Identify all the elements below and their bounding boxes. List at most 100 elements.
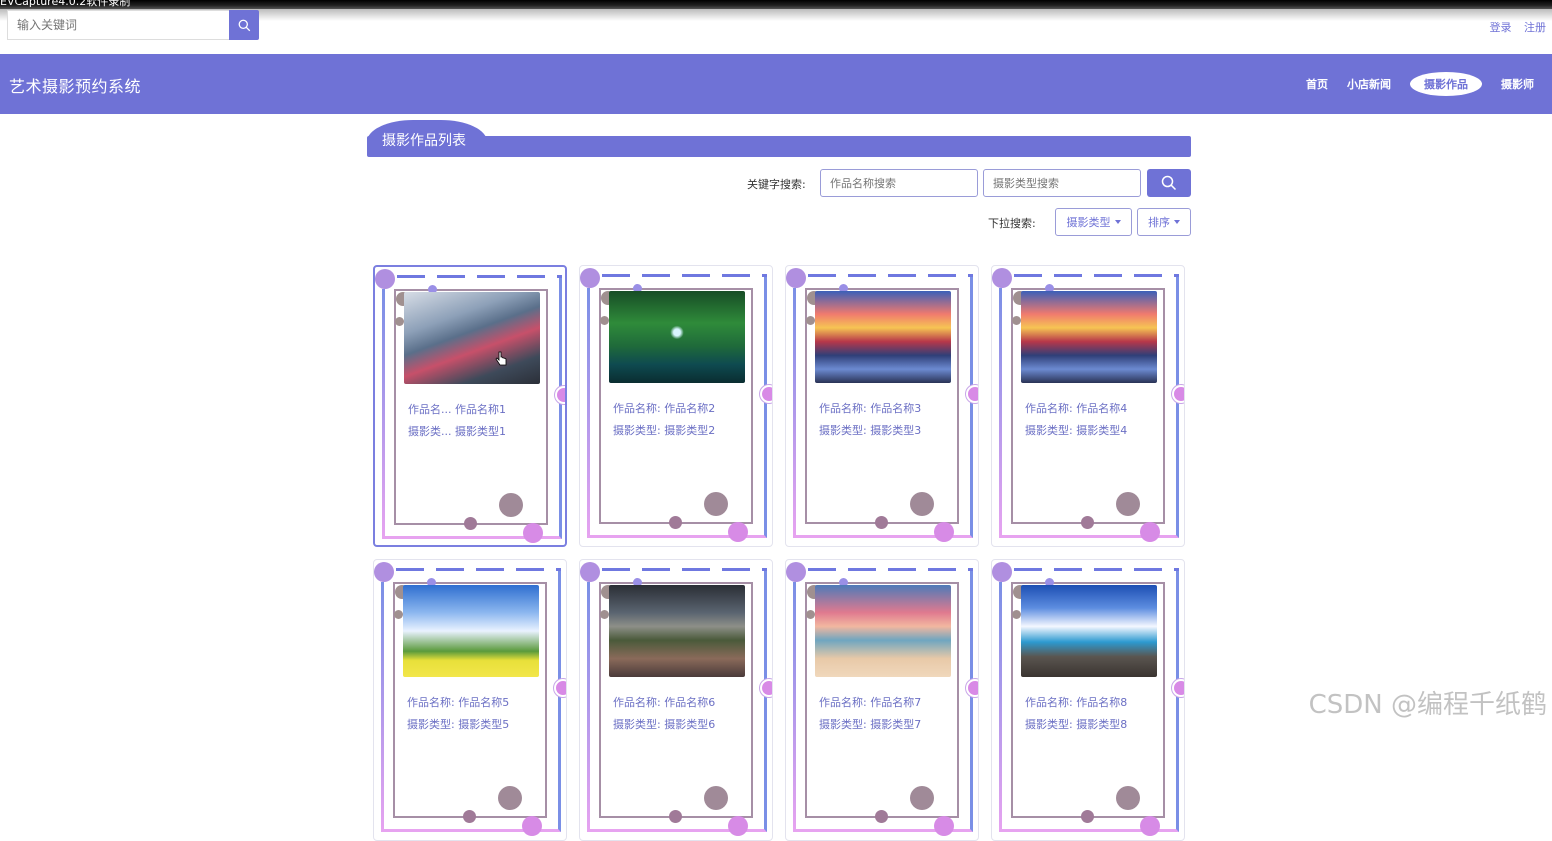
work-card[interactable]: 作品名称: 作品名称3 摄影类型: 摄影类型3: [785, 265, 979, 547]
work-photo[interactable]: [815, 291, 951, 383]
work-type-row: 摄影类型: 摄影类型6: [613, 714, 743, 736]
caret-down-icon: [1114, 220, 1121, 224]
work-photo[interactable]: [404, 292, 540, 384]
decor-dot: [555, 386, 565, 404]
nav-works[interactable]: 摄影作品: [1410, 72, 1482, 96]
decor-dot: [522, 816, 542, 836]
work-photo[interactable]: [1021, 291, 1157, 383]
decor-dot: [499, 493, 523, 517]
work-name-label: 作品名称:: [1025, 696, 1073, 709]
decor-dot: [704, 492, 728, 516]
card-top-dashes: [1014, 568, 1179, 571]
work-info: 作品名称: 作品名称3 摄影类型: 摄影类型3: [819, 398, 949, 442]
search-button[interactable]: [1147, 169, 1191, 197]
decor-dot: [760, 385, 772, 403]
work-card[interactable]: 作品名称: 作品名称5 摄影类型: 摄影类型5: [373, 559, 567, 841]
sort-dropdown[interactable]: 排序: [1137, 208, 1191, 236]
decor-dot: [806, 316, 815, 325]
decor-dot: [1081, 810, 1094, 823]
login-link[interactable]: 登录: [1490, 21, 1512, 34]
work-name-search-input[interactable]: [820, 169, 978, 197]
work-card[interactable]: 作品名称: 作品名称7 摄影类型: 摄影类型7: [785, 559, 979, 841]
work-card[interactable]: 作品名称: 作品名称2 摄影类型: 摄影类型2: [579, 265, 773, 547]
work-type-label: 摄影类型:: [1025, 718, 1073, 731]
decor-dot: [875, 810, 888, 823]
work-type-row: 摄影类... 摄影类型1: [408, 421, 538, 443]
photo-type-dropdown-label: 摄影类型: [1066, 216, 1111, 229]
work-card[interactable]: 作品名称: 作品名称6 摄影类型: 摄影类型6: [579, 559, 773, 841]
top-search: [7, 10, 259, 40]
card-top-dashes: [602, 274, 767, 277]
card-top-dashes: [1014, 274, 1179, 277]
auth-links: 登录 注册: [1481, 19, 1547, 35]
register-link[interactable]: 注册: [1524, 21, 1546, 34]
decor-dot: [554, 679, 566, 697]
work-name-row: 作品名称: 作品名称3: [819, 398, 949, 420]
work-type: 摄影类型3: [870, 424, 922, 437]
dropdown-search-label: 下拉搜索:: [988, 217, 1036, 230]
main-header: 艺术摄影预约系统 首页 小店新闻 摄影作品 摄影师: [0, 54, 1552, 114]
work-photo[interactable]: [403, 585, 539, 677]
nav-news[interactable]: 小店新闻: [1347, 72, 1391, 96]
work-type: 摄影类型6: [664, 718, 716, 731]
work-type-row: 摄影类型: 摄影类型4: [1025, 420, 1155, 442]
photo-type-search-input[interactable]: [983, 169, 1141, 197]
nav-home[interactable]: 首页: [1306, 72, 1328, 96]
search-icon: [1161, 175, 1177, 191]
decor-dot: [523, 523, 543, 543]
decor-dot: [1140, 816, 1160, 836]
decor-dot: [600, 316, 609, 325]
nav-photographers[interactable]: 摄影师: [1501, 72, 1534, 96]
top-search-button[interactable]: [229, 10, 259, 40]
decor-dot: [728, 522, 748, 542]
work-info: 作品名称: 作品名称6 摄影类型: 摄影类型6: [613, 692, 743, 736]
card-top-dashes: [602, 568, 767, 571]
work-card[interactable]: 作品名称: 作品名称4 摄影类型: 摄影类型4: [991, 265, 1185, 547]
work-name-row: 作品名称: 作品名称4: [1025, 398, 1155, 420]
work-card[interactable]: 作品名... 作品名称1 摄影类... 摄影类型1: [373, 265, 567, 547]
work-type: 摄影类型1: [455, 425, 506, 438]
caret-down-icon: [1174, 220, 1180, 224]
decor-dot: [728, 816, 748, 836]
work-type-label: 摄影类型:: [407, 718, 455, 731]
card-left-line: [382, 289, 385, 539]
top-search-input[interactable]: [7, 10, 230, 40]
work-name-label: 作品名称:: [1025, 402, 1073, 415]
work-type-label: 摄影类型:: [613, 424, 661, 437]
card-top-dashes: [397, 275, 562, 278]
work-info: 作品名称: 作品名称7 摄影类型: 摄影类型7: [819, 692, 949, 736]
decor-dot: [463, 810, 476, 823]
search-icon: [238, 19, 250, 31]
decor-dot: [806, 610, 815, 619]
main-nav: 首页 小店新闻 摄影作品 摄影师: [1287, 72, 1534, 96]
hand-cursor-icon: [495, 351, 507, 366]
card-top-dashes: [396, 568, 561, 571]
work-name-label: 作品名称:: [819, 402, 867, 415]
decor-dot: [1140, 522, 1160, 542]
work-photo[interactable]: [609, 291, 745, 383]
work-card[interactable]: 作品名称: 作品名称8 摄影类型: 摄影类型8: [991, 559, 1185, 841]
sort-dropdown-label: 排序: [1148, 216, 1170, 229]
work-photo[interactable]: [1021, 585, 1157, 677]
decor-dot: [910, 786, 934, 810]
decor-dot: [375, 269, 395, 289]
decor-dot: [395, 317, 404, 326]
decor-dot: [875, 516, 888, 529]
work-name-label: 作品名称:: [613, 402, 661, 415]
decor-dot: [966, 385, 978, 403]
photo-type-dropdown[interactable]: 摄影类型: [1055, 208, 1132, 236]
work-info: 作品名称: 作品名称5 摄影类型: 摄影类型5: [407, 692, 537, 736]
decor-dot: [760, 679, 772, 697]
work-photo[interactable]: [609, 585, 745, 677]
work-name: 作品名称4: [1076, 402, 1128, 415]
brand-title: 艺术摄影预约系统: [9, 77, 142, 96]
decor-dot: [1172, 679, 1184, 697]
work-name-label: 作品名称:: [613, 696, 661, 709]
decor-dot: [498, 786, 522, 810]
work-name: 作品名称7: [870, 696, 922, 709]
decor-dot: [1172, 385, 1184, 403]
card-top-dashes: [808, 274, 973, 277]
work-photo[interactable]: [815, 585, 951, 677]
card-left-line: [587, 288, 590, 538]
work-type-row: 摄影类型: 摄影类型8: [1025, 714, 1155, 736]
